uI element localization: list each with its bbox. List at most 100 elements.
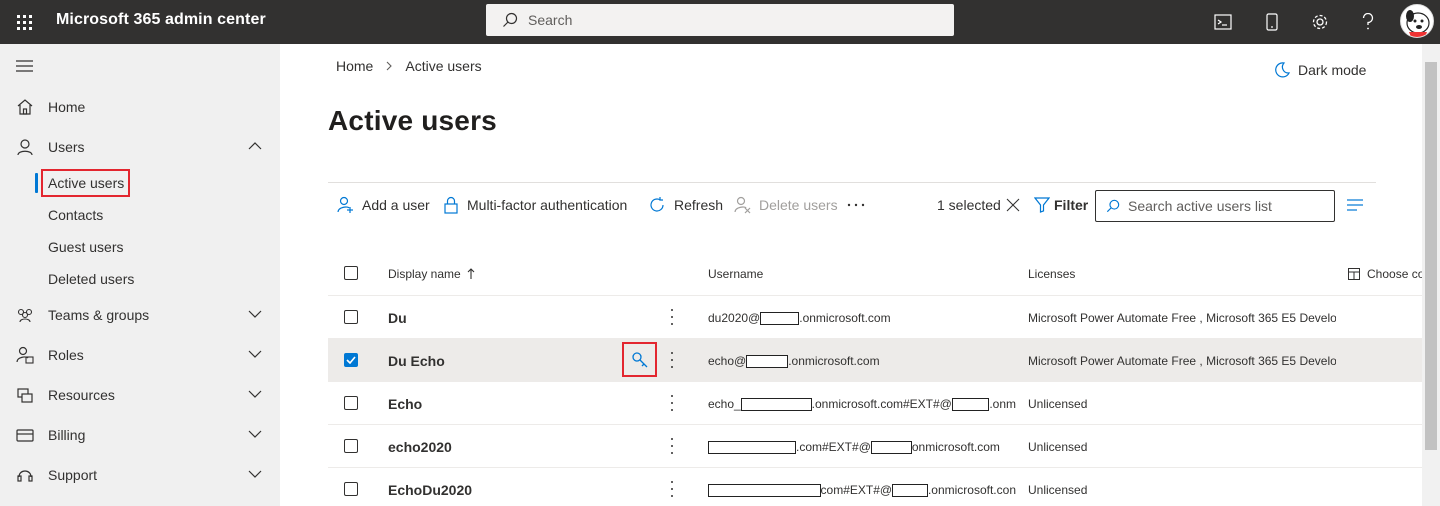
row-checkbox[interactable]	[344, 353, 358, 367]
username: com#EXT#@ .onmicrosoft.con	[708, 483, 1016, 497]
more-actions-icon[interactable]	[666, 393, 678, 413]
username-part: .onmicrosoft.con	[927, 483, 1016, 497]
filter-button[interactable]: Filter	[1034, 194, 1088, 216]
chevron-down-icon	[248, 430, 262, 438]
display-name[interactable]: Du	[388, 310, 407, 326]
delete-users-label: Delete users	[759, 197, 838, 213]
home-icon	[17, 99, 33, 115]
mfa-button[interactable]: Multi-factor authentication	[443, 194, 627, 216]
sidebar-item-teams-groups[interactable]: Teams & groups	[0, 295, 280, 335]
choose-columns-button[interactable]: Choose co	[1348, 267, 1424, 281]
sidebar-item-label: Users	[48, 139, 85, 155]
gear-icon[interactable]	[1296, 0, 1344, 44]
username: .com#EXT#@ onmicrosoft.com	[708, 440, 1016, 454]
column-header-username[interactable]: Username	[708, 267, 763, 281]
table-row[interactable]: Du du2020@ .onmicrosoft.com Microsoft Po…	[328, 296, 1424, 339]
add-user-button[interactable]: Add a user	[336, 194, 430, 216]
sidebar-item-support[interactable]: Support	[0, 455, 280, 495]
username: echo_ .onmicrosoft.com#EXT#@ .onm	[708, 397, 1016, 411]
refresh-button[interactable]: Refresh	[648, 194, 723, 216]
person-icon	[17, 139, 33, 156]
reset-password-button[interactable]	[622, 342, 657, 377]
resources-icon	[17, 388, 33, 403]
row-checkbox[interactable]	[344, 396, 358, 410]
username-part: .onmicrosoft.com	[788, 354, 880, 368]
avatar[interactable]	[1400, 4, 1434, 38]
chevron-right-icon	[385, 61, 393, 71]
display-name[interactable]: echo2020	[388, 439, 452, 455]
table-row[interactable]: EchoDu2020 com#EXT#@ .onmicrosoft.con Un…	[328, 468, 1424, 506]
sidebar-item-roles[interactable]: Roles	[0, 335, 280, 375]
display-name[interactable]: Echo	[388, 396, 422, 412]
username-part: du2020@	[708, 311, 761, 325]
table-row[interactable]: Du Echo echo@ .onmicrosoft.com Microsoft…	[328, 339, 1424, 382]
chevron-down-icon	[248, 470, 262, 478]
dark-mode-toggle[interactable]: Dark mode	[1274, 62, 1366, 78]
terminal-icon[interactable]	[1199, 0, 1247, 44]
username-part: echo_	[708, 397, 741, 411]
active-indicator	[35, 173, 38, 193]
more-options-icon[interactable]	[847, 194, 873, 216]
divider	[328, 182, 1376, 183]
scrollbar-thumb[interactable]	[1425, 62, 1437, 450]
sidebar-subitem-contacts[interactable]: Contacts	[0, 199, 280, 231]
breadcrumb-current: Active users	[405, 58, 482, 74]
username-part: .onmicrosoft.com#EXT#@	[811, 397, 952, 411]
table-row[interactable]: echo2020 .com#EXT#@ onmicrosoft.com Unli…	[328, 425, 1424, 468]
table-row[interactable]: Echo echo_ .onmicrosoft.com#EXT#@ .onm U…	[328, 382, 1424, 425]
more-actions-icon[interactable]	[666, 350, 678, 370]
sidebar-item-home[interactable]: Home	[0, 87, 280, 127]
sidebar-item-users[interactable]: Users	[0, 127, 280, 167]
help-icon[interactable]	[1344, 0, 1392, 44]
select-all-checkbox[interactable]	[344, 266, 358, 280]
display-name[interactable]: EchoDu2020	[388, 482, 472, 498]
sidebar-item-resources[interactable]: Resources	[0, 375, 280, 415]
breadcrumb-home[interactable]: Home	[336, 58, 373, 74]
app-title[interactable]: Microsoft 365 admin center	[56, 11, 266, 29]
redacted-text	[740, 397, 812, 411]
username-part: onmicrosoft.com	[911, 440, 1000, 454]
sidebar-item-billing[interactable]: Billing	[0, 415, 280, 455]
redacted-text	[708, 483, 821, 497]
people-icon	[17, 308, 33, 323]
sidebar-item-label: Deleted users	[48, 271, 135, 287]
column-header-display-name[interactable]: Display name	[388, 267, 476, 281]
breadcrumb: Home Active users	[336, 58, 482, 74]
clear-selection-icon[interactable]	[1006, 194, 1028, 216]
search-active-users-input[interactable]: Search active users list	[1095, 190, 1335, 222]
filter-icon	[1034, 197, 1050, 213]
search-active-users-placeholder: Search active users list	[1128, 198, 1272, 214]
mobile-icon[interactable]	[1248, 0, 1296, 44]
row-checkbox[interactable]	[344, 482, 358, 496]
username-part: .com#EXT#@	[796, 440, 871, 454]
redacted-text	[870, 440, 912, 454]
display-name[interactable]: Du Echo	[388, 353, 445, 369]
search-icon	[1106, 199, 1120, 213]
highlight-box	[41, 169, 130, 197]
sidebar-item-label: Guest users	[48, 239, 124, 255]
sidebar-subitem-guest-users[interactable]: Guest users	[0, 231, 280, 263]
refresh-icon	[650, 197, 664, 212]
more-actions-icon[interactable]	[666, 436, 678, 456]
column-header-licenses[interactable]: Licenses	[1028, 267, 1075, 281]
collapse-nav-icon[interactable]	[16, 59, 34, 78]
sidebar-item-label: Resources	[48, 387, 115, 403]
sidebar-subitem-deleted-users[interactable]: Deleted users	[0, 263, 280, 295]
redacted-text	[892, 483, 928, 497]
dark-mode-label: Dark mode	[1298, 62, 1367, 78]
delete-users-button[interactable]: Delete users	[733, 194, 838, 216]
row-checkbox[interactable]	[344, 310, 358, 324]
sidebar-subitem-active-users[interactable]: Active users	[0, 167, 280, 199]
username: du2020@ .onmicrosoft.com	[708, 311, 1016, 325]
global-search-input[interactable]: Search	[486, 4, 954, 36]
view-options-icon[interactable]	[1347, 194, 1371, 216]
checkmark-icon	[346, 356, 356, 364]
roles-icon	[16, 346, 34, 364]
top-bar: Microsoft 365 admin center Search	[0, 0, 1440, 44]
row-checkbox[interactable]	[344, 439, 358, 453]
page-title: Active users	[328, 105, 497, 136]
redacted-text	[760, 311, 800, 325]
more-actions-icon[interactable]	[666, 307, 678, 327]
app-launcher-icon[interactable]	[0, 0, 48, 44]
more-actions-icon[interactable]	[666, 479, 678, 499]
